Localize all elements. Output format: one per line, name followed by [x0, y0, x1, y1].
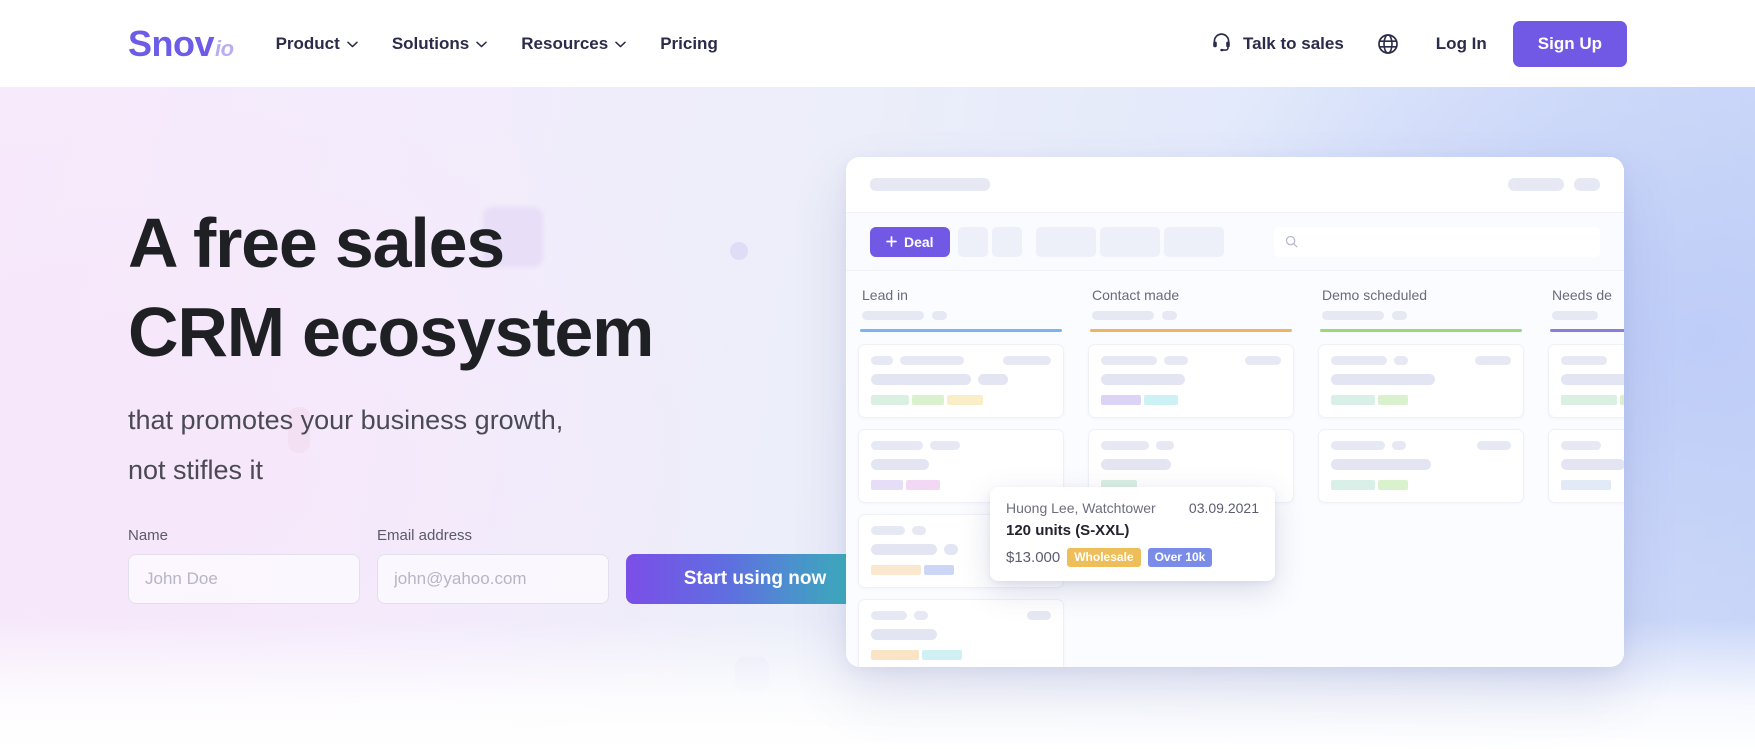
deal-card[interactable]	[1318, 429, 1524, 503]
headset-icon	[1211, 31, 1232, 57]
globe-icon[interactable]	[1376, 32, 1400, 56]
nav-item-product[interactable]: Product	[276, 34, 358, 54]
main-navigation: Product Solutions Resources Pricing	[276, 34, 718, 54]
decorative-shape	[735, 657, 769, 691]
column-meta	[1552, 311, 1624, 320]
snovio-logo[interactable]: Snov io	[128, 22, 234, 64]
column-meta	[862, 311, 1066, 320]
status-badge-wholesale: Wholesale	[1067, 548, 1141, 568]
kanban-column-lead-in: Lead in	[846, 287, 1076, 667]
name-input[interactable]	[128, 554, 360, 604]
deal-card[interactable]	[858, 599, 1064, 667]
status-badge-over-10k: Over 10k	[1147, 548, 1213, 568]
tooltip-footer-row: $13.000 Wholesale Over 10k	[1006, 548, 1259, 568]
signup-button[interactable]: Sign Up	[1512, 20, 1627, 67]
crm-kanban-board: Lead in Contact made Demo scheduled Need…	[846, 271, 1624, 667]
talk-to-sales-link[interactable]: Talk to sales	[1211, 31, 1344, 57]
deal-card[interactable]	[1548, 429, 1624, 503]
logo-suffix: io	[215, 35, 234, 61]
column-title: Needs de	[1552, 287, 1612, 303]
name-field-group: Name	[128, 527, 360, 604]
nav-item-solutions[interactable]: Solutions	[391, 33, 488, 54]
email-label: Email address	[377, 527, 473, 544]
chevron-down-icon	[347, 41, 358, 48]
column-title: Demo scheduled	[1322, 287, 1428, 303]
toolbar-placeholder-chip[interactable]	[1163, 226, 1224, 257]
crm-title-placeholder	[870, 178, 990, 191]
email-input[interactable]	[377, 554, 609, 604]
talk-to-sales-label: Talk to sales	[1243, 33, 1344, 53]
nav-label-resources: Resources	[521, 33, 609, 53]
crm-action-placeholder	[1574, 178, 1600, 191]
header-actions: Talk to sales Log In Sign Up	[1211, 20, 1627, 67]
toolbar-placeholder-chip[interactable]	[991, 226, 1022, 257]
nav-item-resources[interactable]: Resources	[521, 34, 626, 54]
deal-card[interactable]	[1548, 344, 1624, 418]
add-deal-label: Deal	[904, 233, 934, 250]
name-label: Name	[128, 527, 169, 544]
crm-topbar-actions	[1508, 178, 1600, 191]
column-title: Contact made	[1092, 287, 1180, 303]
nav-label-product: Product	[275, 33, 340, 53]
add-deal-button[interactable]: Deal	[870, 226, 950, 257]
hero-subheading: that promotes your business growth, not …	[128, 405, 564, 485]
column-rule	[1090, 329, 1292, 332]
toolbar-placeholder-chip[interactable]	[1099, 226, 1160, 257]
logo-text: Snov	[128, 22, 215, 64]
column-meta	[1322, 311, 1526, 320]
kanban-column-needs-decision: Needs de	[1536, 287, 1624, 667]
deal-detail-tooltip: Huong Lee, Watchtower 03.09.2021 120 uni…	[990, 487, 1275, 582]
crm-search-input[interactable]	[1274, 226, 1600, 257]
site-header: Snov io Product Solutions Resources Prici…	[0, 0, 1755, 87]
tooltip-contact: Huong Lee, Watchtower	[1006, 500, 1156, 516]
nav-item-pricing[interactable]: Pricing	[660, 34, 718, 54]
tooltip-date: 03.09.2021	[1188, 500, 1259, 516]
toolbar-placeholder-chip[interactable]	[1035, 226, 1096, 257]
crm-preview-panel: Deal Lead in Contact made Demo scheduled…	[846, 157, 1624, 667]
tooltip-units: 120 units (S-XXL)	[1006, 522, 1130, 539]
tooltip-header-row: Huong Lee, Watchtower 03.09.2021	[1006, 500, 1259, 516]
hero-heading: A free sales CRM ecosystem	[128, 204, 654, 371]
hero-section: A free sales CRM ecosystem that promotes…	[0, 87, 1755, 749]
login-link[interactable]: Log In	[1436, 34, 1487, 54]
email-field-group: Email address	[377, 527, 609, 604]
kanban-column-contact-made: Contact made	[1076, 287, 1306, 667]
toolbar-placeholder-chip[interactable]	[957, 226, 988, 257]
signup-form: Name Email address Start using now	[128, 527, 884, 604]
deal-card[interactable]	[858, 344, 1064, 418]
deal-card[interactable]	[1088, 344, 1294, 418]
column-title: Lead in	[862, 287, 908, 303]
column-rule	[1320, 329, 1522, 332]
nav-label-pricing: Pricing	[660, 33, 718, 53]
decorative-shape	[730, 242, 748, 260]
deal-card[interactable]	[1318, 344, 1524, 418]
crm-topbar	[846, 157, 1624, 213]
crm-toolbar: Deal	[846, 213, 1624, 271]
column-rule	[860, 329, 1062, 332]
search-icon	[1285, 235, 1298, 248]
column-meta	[1092, 311, 1296, 320]
crm-action-placeholder	[1508, 178, 1564, 191]
chevron-down-icon	[615, 41, 626, 48]
plus-icon	[886, 234, 897, 250]
nav-label-solutions: Solutions	[391, 33, 470, 53]
tooltip-price: $13.000	[1006, 549, 1061, 567]
kanban-column-demo-scheduled: Demo scheduled	[1306, 287, 1536, 667]
column-rule	[1550, 329, 1624, 332]
chevron-down-icon	[476, 41, 488, 48]
